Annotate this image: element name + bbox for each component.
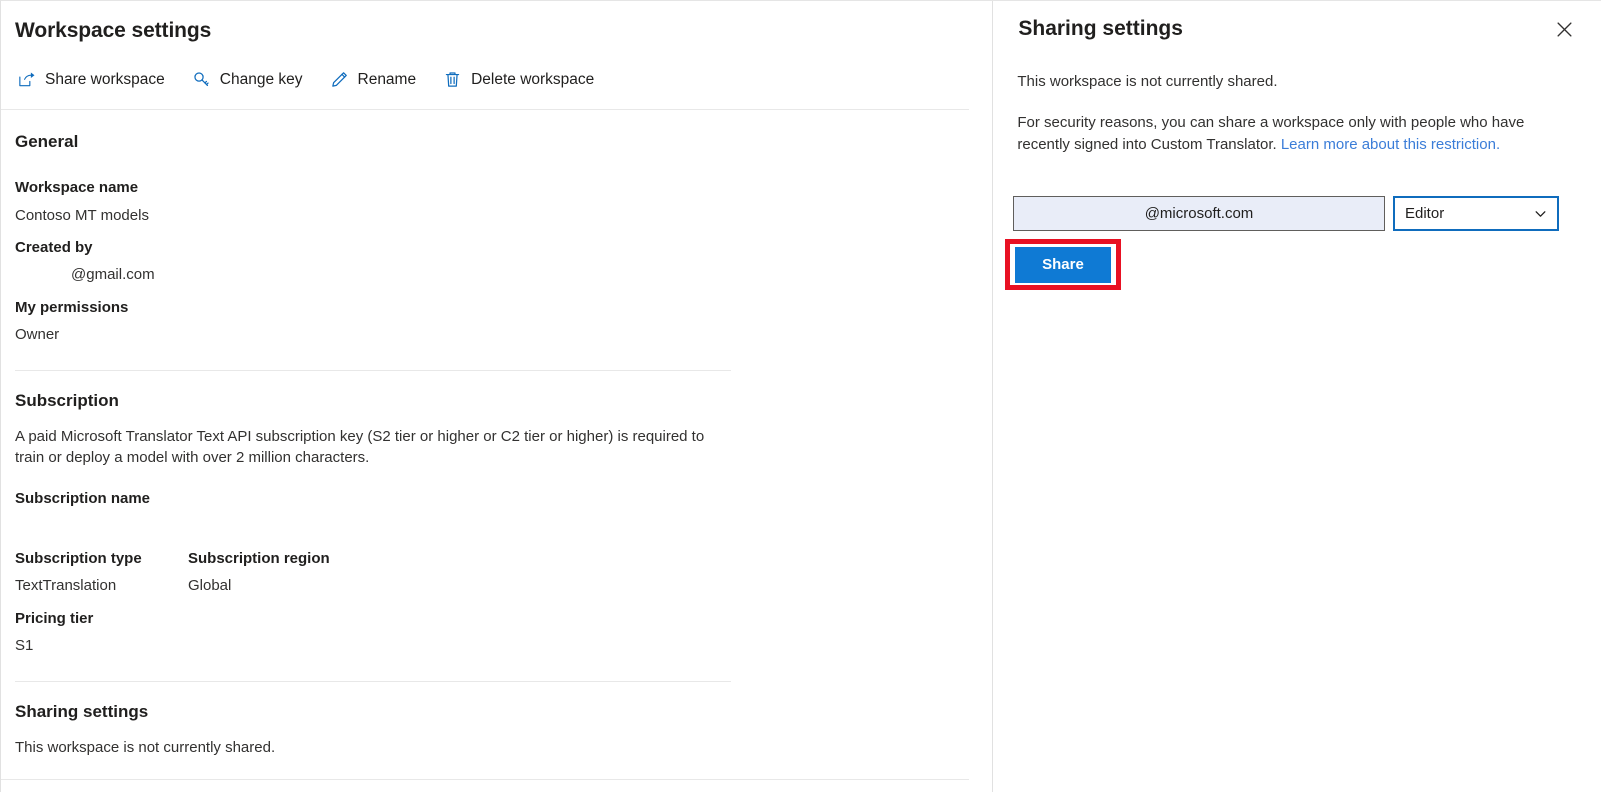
sharing-settings-status: This workspace is not currently shared. [15,739,276,756]
share-workspace-button[interactable]: Share workspace [15,67,178,92]
share-email-input[interactable] [1013,196,1385,231]
delete-workspace-label: Delete workspace [471,70,595,88]
role-dropdown[interactable]: Editor [1393,196,1559,231]
key-icon [192,70,211,89]
rename-button[interactable]: Rename [328,67,430,92]
workspace-name-value: Contoso MT models [15,207,149,224]
share-workspace-label: Share workspace [45,70,165,88]
bottom-divider [1,779,969,780]
general-heading: General [15,132,79,151]
close-icon [1556,21,1573,41]
pricing-tier-label: Pricing tier [15,610,94,627]
share-button[interactable]: Share [1015,246,1111,283]
general-section-divider [15,370,731,371]
share-icon [17,70,36,89]
share-input-row: Editor [1013,196,1559,231]
close-button[interactable] [1548,15,1580,47]
created-by-label: Created by [15,239,93,256]
my-permissions-value: Owner [15,326,60,343]
pricing-tier-value: S1 [15,637,34,654]
workspace-settings-pane: Workspace settings Share workspace Chang… [1,1,994,792]
subscription-heading: Subscription [15,391,119,410]
panel-share-status: This workspace is not currently shared. [1017,73,1278,90]
subscription-name-label: Subscription name [15,490,151,507]
subscription-section-divider [15,681,731,682]
learn-more-link[interactable]: Learn more about this restriction. [1281,136,1500,153]
sharing-settings-panel: Sharing settings This workspace is not c… [993,1,1601,792]
subscription-region-label: Subscription region [188,550,330,567]
subscription-description: A paid Microsoft Translator Text API sub… [15,428,705,467]
change-key-button[interactable]: Change key [190,67,316,92]
workspace-toolbar: Share workspace Change key Rename Delete… [15,67,607,92]
subscription-type-value: TextTranslation [15,577,117,594]
workspace-settings-page: Workspace settings Share workspace Chang… [0,0,1601,792]
subscription-type-label: Subscription type [15,550,142,567]
my-permissions-label: My permissions [15,299,129,316]
panel-description: For security reasons, you can share a wo… [1017,112,1534,156]
share-button-highlight-annotation: Share [1005,239,1121,290]
page-title: Workspace settings [15,19,212,42]
pencil-icon [330,70,349,89]
created-by-value: @gmail.com [71,266,155,283]
toolbar-divider [1,109,969,110]
delete-workspace-button[interactable]: Delete workspace [441,67,607,92]
trash-icon [443,70,462,89]
panel-title: Sharing settings [1018,17,1183,40]
change-key-label: Change key [219,70,303,88]
role-dropdown-value: Editor [1405,205,1445,222]
rename-label: Rename [357,70,417,88]
sharing-settings-heading: Sharing settings [15,702,149,721]
subscription-region-value: Global [188,577,232,594]
workspace-name-label: Workspace name [15,179,139,196]
chevron-down-icon [1534,207,1547,220]
